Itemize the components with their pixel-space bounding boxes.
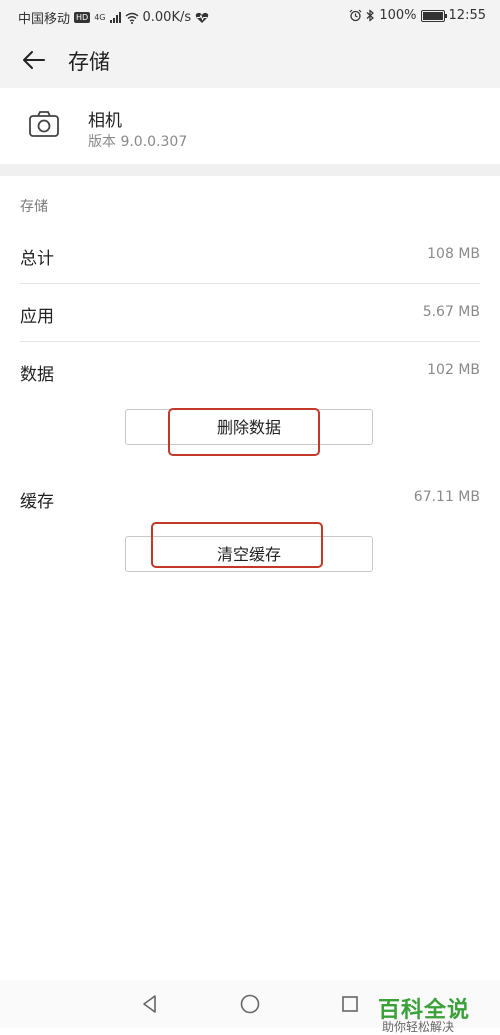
storage-section-label: 存储 xyxy=(20,199,48,215)
status-left: 中国移动 HD 4G 0.00K/s xyxy=(18,8,209,27)
status-bar: 中国移动 HD 4G 0.00K/s 100% 12:55 xyxy=(0,0,500,32)
nav-recent-button[interactable] xyxy=(338,992,362,1016)
watermark: 百科全说 助你轻松解决 xyxy=(372,996,492,1034)
battery-percent: 100% xyxy=(379,8,417,23)
network-type: 4G xyxy=(94,13,106,22)
arrow-left-icon xyxy=(23,51,45,69)
back-button[interactable] xyxy=(14,42,54,78)
row-value: 108 MB xyxy=(427,246,480,262)
alarm-icon xyxy=(349,9,362,22)
row-label: 应用 xyxy=(20,307,54,327)
heart-rate-icon xyxy=(195,12,209,23)
row-value: 67.11 MB xyxy=(413,489,480,505)
nav-home-button[interactable] xyxy=(238,992,262,1016)
signal-icon xyxy=(109,12,121,23)
row-value: 5.67 MB xyxy=(422,304,480,320)
carrier-label: 中国移动 xyxy=(18,12,71,27)
storage-row-data: 数据 102 MB xyxy=(20,341,480,399)
square-recent-icon xyxy=(342,996,358,1012)
triangle-back-icon xyxy=(143,995,156,1013)
circle-home-icon xyxy=(240,994,260,1014)
camera-icon xyxy=(29,111,59,137)
storage-row-app: 应用 5.67 MB xyxy=(20,283,480,342)
storage-row-cache: 缓存 67.11 MB xyxy=(20,468,480,526)
row-label: 数据 xyxy=(20,365,54,385)
delete-data-button[interactable]: 删除数据 xyxy=(125,409,373,445)
network-speed: 0.00K/s xyxy=(142,10,192,25)
clear-cache-button[interactable]: 清空缓存 xyxy=(125,536,373,572)
app-version: 版本 9.0.0.307 xyxy=(88,134,188,150)
clock: 12:55 xyxy=(448,8,486,23)
wifi-icon xyxy=(125,12,138,24)
battery-icon xyxy=(420,9,447,22)
row-value: 102 MB xyxy=(427,362,480,378)
app-info-card: 相机 版本 9.0.0.307 xyxy=(0,88,500,164)
row-label: 缓存 xyxy=(20,492,54,512)
storage-row-total: 总计 108 MB xyxy=(20,225,480,284)
bluetooth-icon xyxy=(366,9,375,22)
app-name: 相机 xyxy=(88,111,122,131)
section-divider xyxy=(0,164,500,176)
nav-back-button[interactable] xyxy=(138,992,162,1016)
status-right: 100% 12:55 xyxy=(349,8,486,23)
hd-badge: HD xyxy=(74,12,91,23)
watermark-subtitle: 助你轻松解决 xyxy=(382,1020,455,1034)
row-label: 总计 xyxy=(20,249,54,269)
title-bar: 存储 xyxy=(0,32,500,88)
page-title: 存储 xyxy=(68,50,110,74)
